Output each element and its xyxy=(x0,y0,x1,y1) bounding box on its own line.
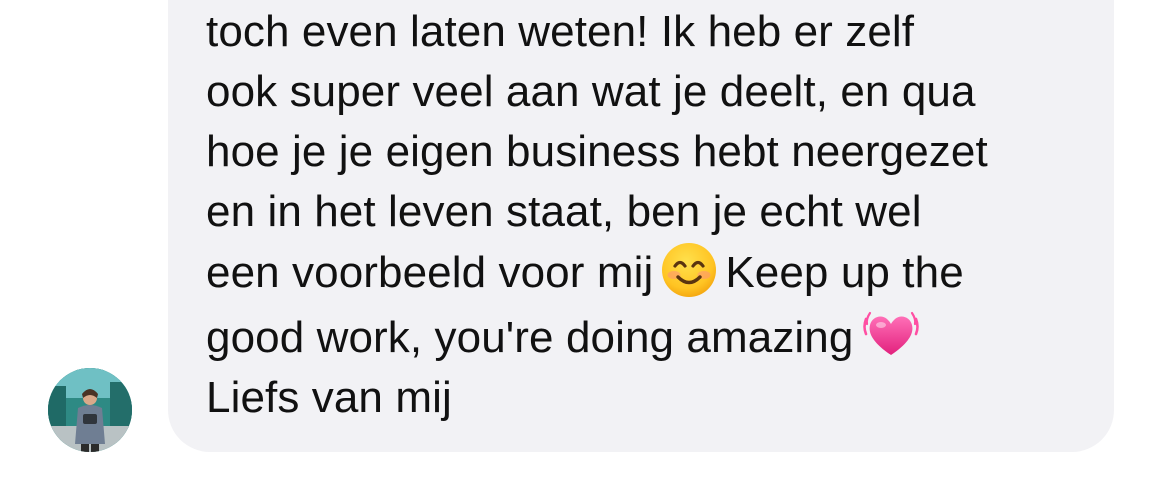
message-line: en in het leven staat, ben je echt wel xyxy=(206,187,922,236)
message-line: een voorbeeld voor mij Keep up the xyxy=(206,242,1086,303)
avatar[interactable] xyxy=(48,368,132,452)
message-line: good work, you're doing amazing xyxy=(206,303,1086,368)
message-line: toch even laten weten! Ik heb er zelf xyxy=(206,7,915,56)
beating-heart-emoji-icon xyxy=(861,303,921,363)
profile-photo-icon xyxy=(48,368,132,452)
message-line-text: Keep up the xyxy=(725,248,964,297)
message-thread: toch even laten weten! Ik heb er zelf oo… xyxy=(0,0,1174,486)
message-line: ook super veel aan wat je deelt, en qua xyxy=(206,67,976,116)
message-line: hoe je je eigen business hebt neergezet xyxy=(206,127,988,176)
smiling-face-emoji-icon xyxy=(661,242,717,298)
message-line: Liefs van mij xyxy=(206,373,452,422)
message-line-text: een voorbeeld voor mij xyxy=(206,248,654,297)
message-text: toch even laten weten! Ik heb er zelf oo… xyxy=(206,2,1086,428)
message-line-text: good work, you're doing amazing xyxy=(206,313,854,362)
